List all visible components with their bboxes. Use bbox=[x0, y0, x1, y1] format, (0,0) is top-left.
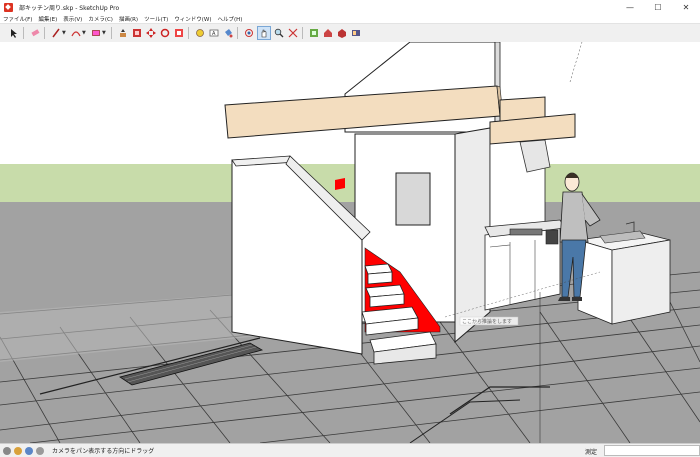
layout-icon[interactable] bbox=[350, 27, 362, 39]
rotate-icon[interactable] bbox=[159, 27, 171, 39]
status-hint: カメラをパン表示する方向にドラッグ bbox=[52, 448, 155, 455]
menu-bar: ファイル(F) 編集(E) 表示(V) カメラ(C) 描画(R) ツール(T) … bbox=[0, 14, 700, 23]
red-patch bbox=[335, 178, 345, 190]
window-title: 部キッチン周り.skp - SketchUp Pro bbox=[19, 4, 120, 12]
eraser-icon[interactable] bbox=[29, 27, 41, 39]
arc-icon[interactable] bbox=[70, 27, 82, 39]
pan-icon[interactable] bbox=[257, 26, 271, 40]
select-icon[interactable] bbox=[8, 27, 20, 39]
horizon-band bbox=[0, 164, 700, 204]
modeling-viewport[interactable]: ここから推論をします bbox=[0, 41, 700, 444]
menu-edit[interactable]: 編集(E) bbox=[35, 15, 60, 23]
measurements-input[interactable] bbox=[604, 445, 700, 456]
rectangle-icon[interactable] bbox=[90, 27, 102, 39]
tape-measure-icon[interactable] bbox=[194, 27, 206, 39]
arc-dropdown-icon[interactable]: ▼ bbox=[82, 30, 88, 36]
user-icon[interactable] bbox=[25, 446, 33, 455]
line-icon[interactable] bbox=[50, 27, 62, 39]
status-bar: カメラをパン表示する方向にドラッグ 測定 bbox=[0, 443, 700, 457]
credits-icon[interactable] bbox=[14, 446, 22, 455]
oven-front bbox=[545, 229, 559, 245]
menu-help[interactable]: ヘルプ(H) bbox=[214, 15, 245, 23]
island-side bbox=[611, 239, 671, 325]
sketchup-app-icon[interactable] bbox=[4, 2, 13, 12]
title-bar: 部キッチン周り.skp - SketchUp Pro — ☐ ✕ bbox=[0, 0, 700, 14]
zoom-extents-icon[interactable] bbox=[287, 27, 299, 39]
geolocation-icon[interactable] bbox=[3, 446, 11, 455]
menu-view[interactable]: 表示(V) bbox=[60, 15, 85, 23]
toolbar: ▼ ▼ ▼ A bbox=[0, 23, 700, 43]
menu-window[interactable]: ウィンドウ(W) bbox=[171, 15, 214, 23]
measurements-label: 測定 bbox=[585, 449, 598, 456]
orbit-icon[interactable] bbox=[243, 27, 255, 39]
menu-draw[interactable]: 描画(R) bbox=[116, 15, 141, 23]
maximize-button[interactable]: ☐ bbox=[644, 0, 672, 14]
inference-tooltip: ここから推論をします bbox=[462, 318, 512, 325]
close-button[interactable]: ✕ bbox=[672, 0, 700, 14]
move-icon[interactable] bbox=[145, 27, 157, 39]
help-icon[interactable] bbox=[36, 446, 44, 455]
menu-tools[interactable]: ツール(T) bbox=[141, 15, 171, 23]
text-icon[interactable]: A bbox=[208, 27, 220, 39]
svg-text:A: A bbox=[212, 31, 216, 37]
extension-icon[interactable] bbox=[336, 27, 348, 39]
warehouse-icon[interactable] bbox=[322, 27, 334, 39]
scene-canvas[interactable]: ここから推論をします bbox=[0, 41, 700, 444]
paint-bucket-icon[interactable] bbox=[222, 27, 234, 39]
pushpull-icon[interactable] bbox=[117, 27, 129, 39]
menu-camera[interactable]: カメラ(C) bbox=[85, 15, 116, 23]
wall-window bbox=[395, 172, 431, 226]
rectangle-dropdown-icon[interactable]: ▼ bbox=[102, 30, 108, 36]
components-icon[interactable] bbox=[308, 27, 320, 39]
menu-file[interactable]: ファイル(F) bbox=[0, 15, 35, 23]
offset-icon[interactable] bbox=[131, 27, 143, 39]
zoom-icon[interactable] bbox=[273, 27, 285, 39]
stove-top bbox=[509, 228, 543, 236]
minimize-button[interactable]: — bbox=[616, 0, 644, 14]
scale-icon[interactable] bbox=[173, 27, 185, 39]
line-dropdown-icon[interactable]: ▼ bbox=[62, 30, 68, 36]
